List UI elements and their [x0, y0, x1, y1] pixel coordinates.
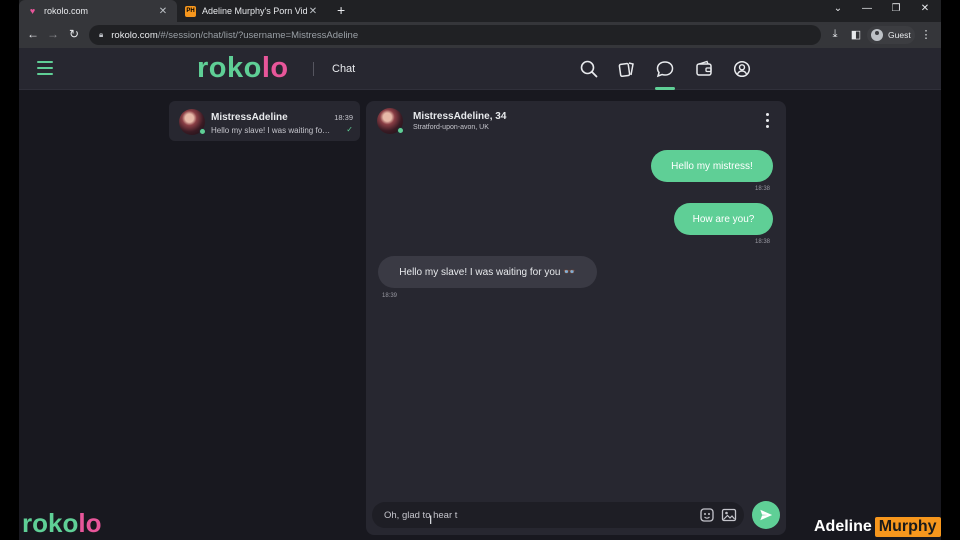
rokolo-logo[interactable]: rokolo [197, 52, 289, 85]
search-icon[interactable] [580, 60, 598, 78]
profile-button[interactable]: Guest [867, 26, 915, 44]
browser-window: ♥ rokolo.com ✕ PH Adeline Murphy's Porn … [19, 0, 941, 540]
tab-title: rokolo.com [44, 6, 89, 16]
chat-bubble-icon[interactable] [655, 60, 675, 90]
conversation-name: MistressAdeline [211, 112, 288, 123]
logo-part-pink: lo [261, 52, 289, 84]
new-tab-icon[interactable]: + [337, 2, 345, 18]
send-icon [760, 509, 773, 521]
online-indicator [397, 127, 404, 134]
message-input-bar [372, 502, 744, 528]
brand-watermark-first: Adeline [814, 518, 872, 535]
back-icon[interactable]: ← [26, 27, 40, 41]
browser-tab-rokolo[interactable]: ♥ rokolo.com ✕ [19, 0, 177, 22]
conversation-time: 18:39 [334, 113, 353, 122]
minimize-icon[interactable]: — [859, 3, 875, 14]
conversation-item[interactable]: MistressAdeline Hello my slave! I was wa… [169, 101, 360, 141]
chat-panel: MistressAdeline, 34 Stratford-upon-avon,… [366, 101, 786, 535]
page-title: Chat [332, 63, 356, 75]
send-button[interactable] [752, 501, 780, 529]
chat-avatar[interactable] [377, 108, 404, 134]
read-check-icon: ✓ [346, 125, 353, 134]
message-bubble-outgoing: Hello my mistress! [651, 150, 773, 182]
reload-icon[interactable]: ↻ [67, 27, 81, 41]
hamburger-menu-icon[interactable] [37, 61, 53, 75]
tab-strip: ♥ rokolo.com ✕ PH Adeline Murphy's Porn … [19, 0, 941, 22]
browser-tab-adeline[interactable]: PH Adeline Murphy's Porn Videos | P ✕ [177, 0, 327, 22]
text-cursor-icon: I [429, 513, 433, 527]
chat-contact-name[interactable]: MistressAdeline, 34 [413, 111, 506, 122]
tab-search-icon[interactable]: ⌄ [830, 3, 846, 14]
online-indicator [199, 128, 206, 135]
ph-icon: PH [185, 5, 196, 17]
logo-part-green: roko [197, 52, 262, 84]
rokolo-watermark-logo: rokolo [22, 508, 101, 539]
brand-watermark: Adeline Murphy [814, 516, 941, 538]
restore-icon[interactable]: ❐ [888, 3, 904, 14]
browser-toolbar: ← → ↻ 🔒︎ rokolo.com /#/session/chat/list… [19, 22, 941, 48]
image-icon[interactable] [721, 507, 737, 523]
browser-menu-icon[interactable]: ⋮ [919, 28, 933, 41]
message-bubble-incoming: Hello my slave! I was waiting for you 👓 [378, 256, 597, 288]
watermark-logo-green: roko [22, 508, 79, 538]
url-path: /#/session/chat/list/?username=MistressA… [157, 29, 359, 41]
profile-icon[interactable] [733, 60, 751, 78]
message-time: 18:38 [755, 186, 771, 192]
brand-watermark-second: Murphy [874, 517, 941, 537]
close-tab-icon[interactable]: ✕ [307, 6, 319, 17]
watermark-logo-pink: lo [78, 508, 102, 538]
profile-avatar-icon [871, 29, 883, 41]
header-divider [313, 62, 314, 76]
close-tab-icon[interactable]: ✕ [157, 6, 169, 17]
cards-icon[interactable] [618, 60, 636, 78]
lock-icon: 🔒︎ [99, 30, 104, 39]
message-bubble-outgoing: How are you? [674, 203, 773, 235]
avatar [179, 109, 206, 135]
app-header: rokolo Chat [19, 48, 941, 90]
message-time: 18:38 [755, 239, 771, 245]
conversation-preview: Hello my slave! I was waiting for you [211, 126, 331, 135]
download-icon[interactable]: ⤓ [828, 28, 842, 41]
chat-contact-location: Stratford-upon-avon, UK [413, 124, 489, 131]
wallet-icon[interactable] [695, 60, 713, 78]
profile-label: Guest [888, 30, 911, 40]
close-window-icon[interactable]: ✕ [917, 3, 933, 14]
tab-title: Adeline Murphy's Porn Videos | P [202, 6, 307, 16]
url-host: rokolo.com [111, 29, 158, 41]
side-panel-icon[interactable]: ◧ [849, 28, 863, 41]
heart-icon: ♥ [29, 6, 36, 16]
more-options-icon[interactable] [766, 113, 770, 129]
address-bar[interactable]: 🔒︎ rokolo.com /#/session/chat/list/?user… [89, 25, 821, 45]
sticker-icon[interactable] [699, 507, 715, 523]
forward-icon[interactable]: → [46, 27, 60, 41]
message-time: 18:39 [382, 293, 398, 299]
